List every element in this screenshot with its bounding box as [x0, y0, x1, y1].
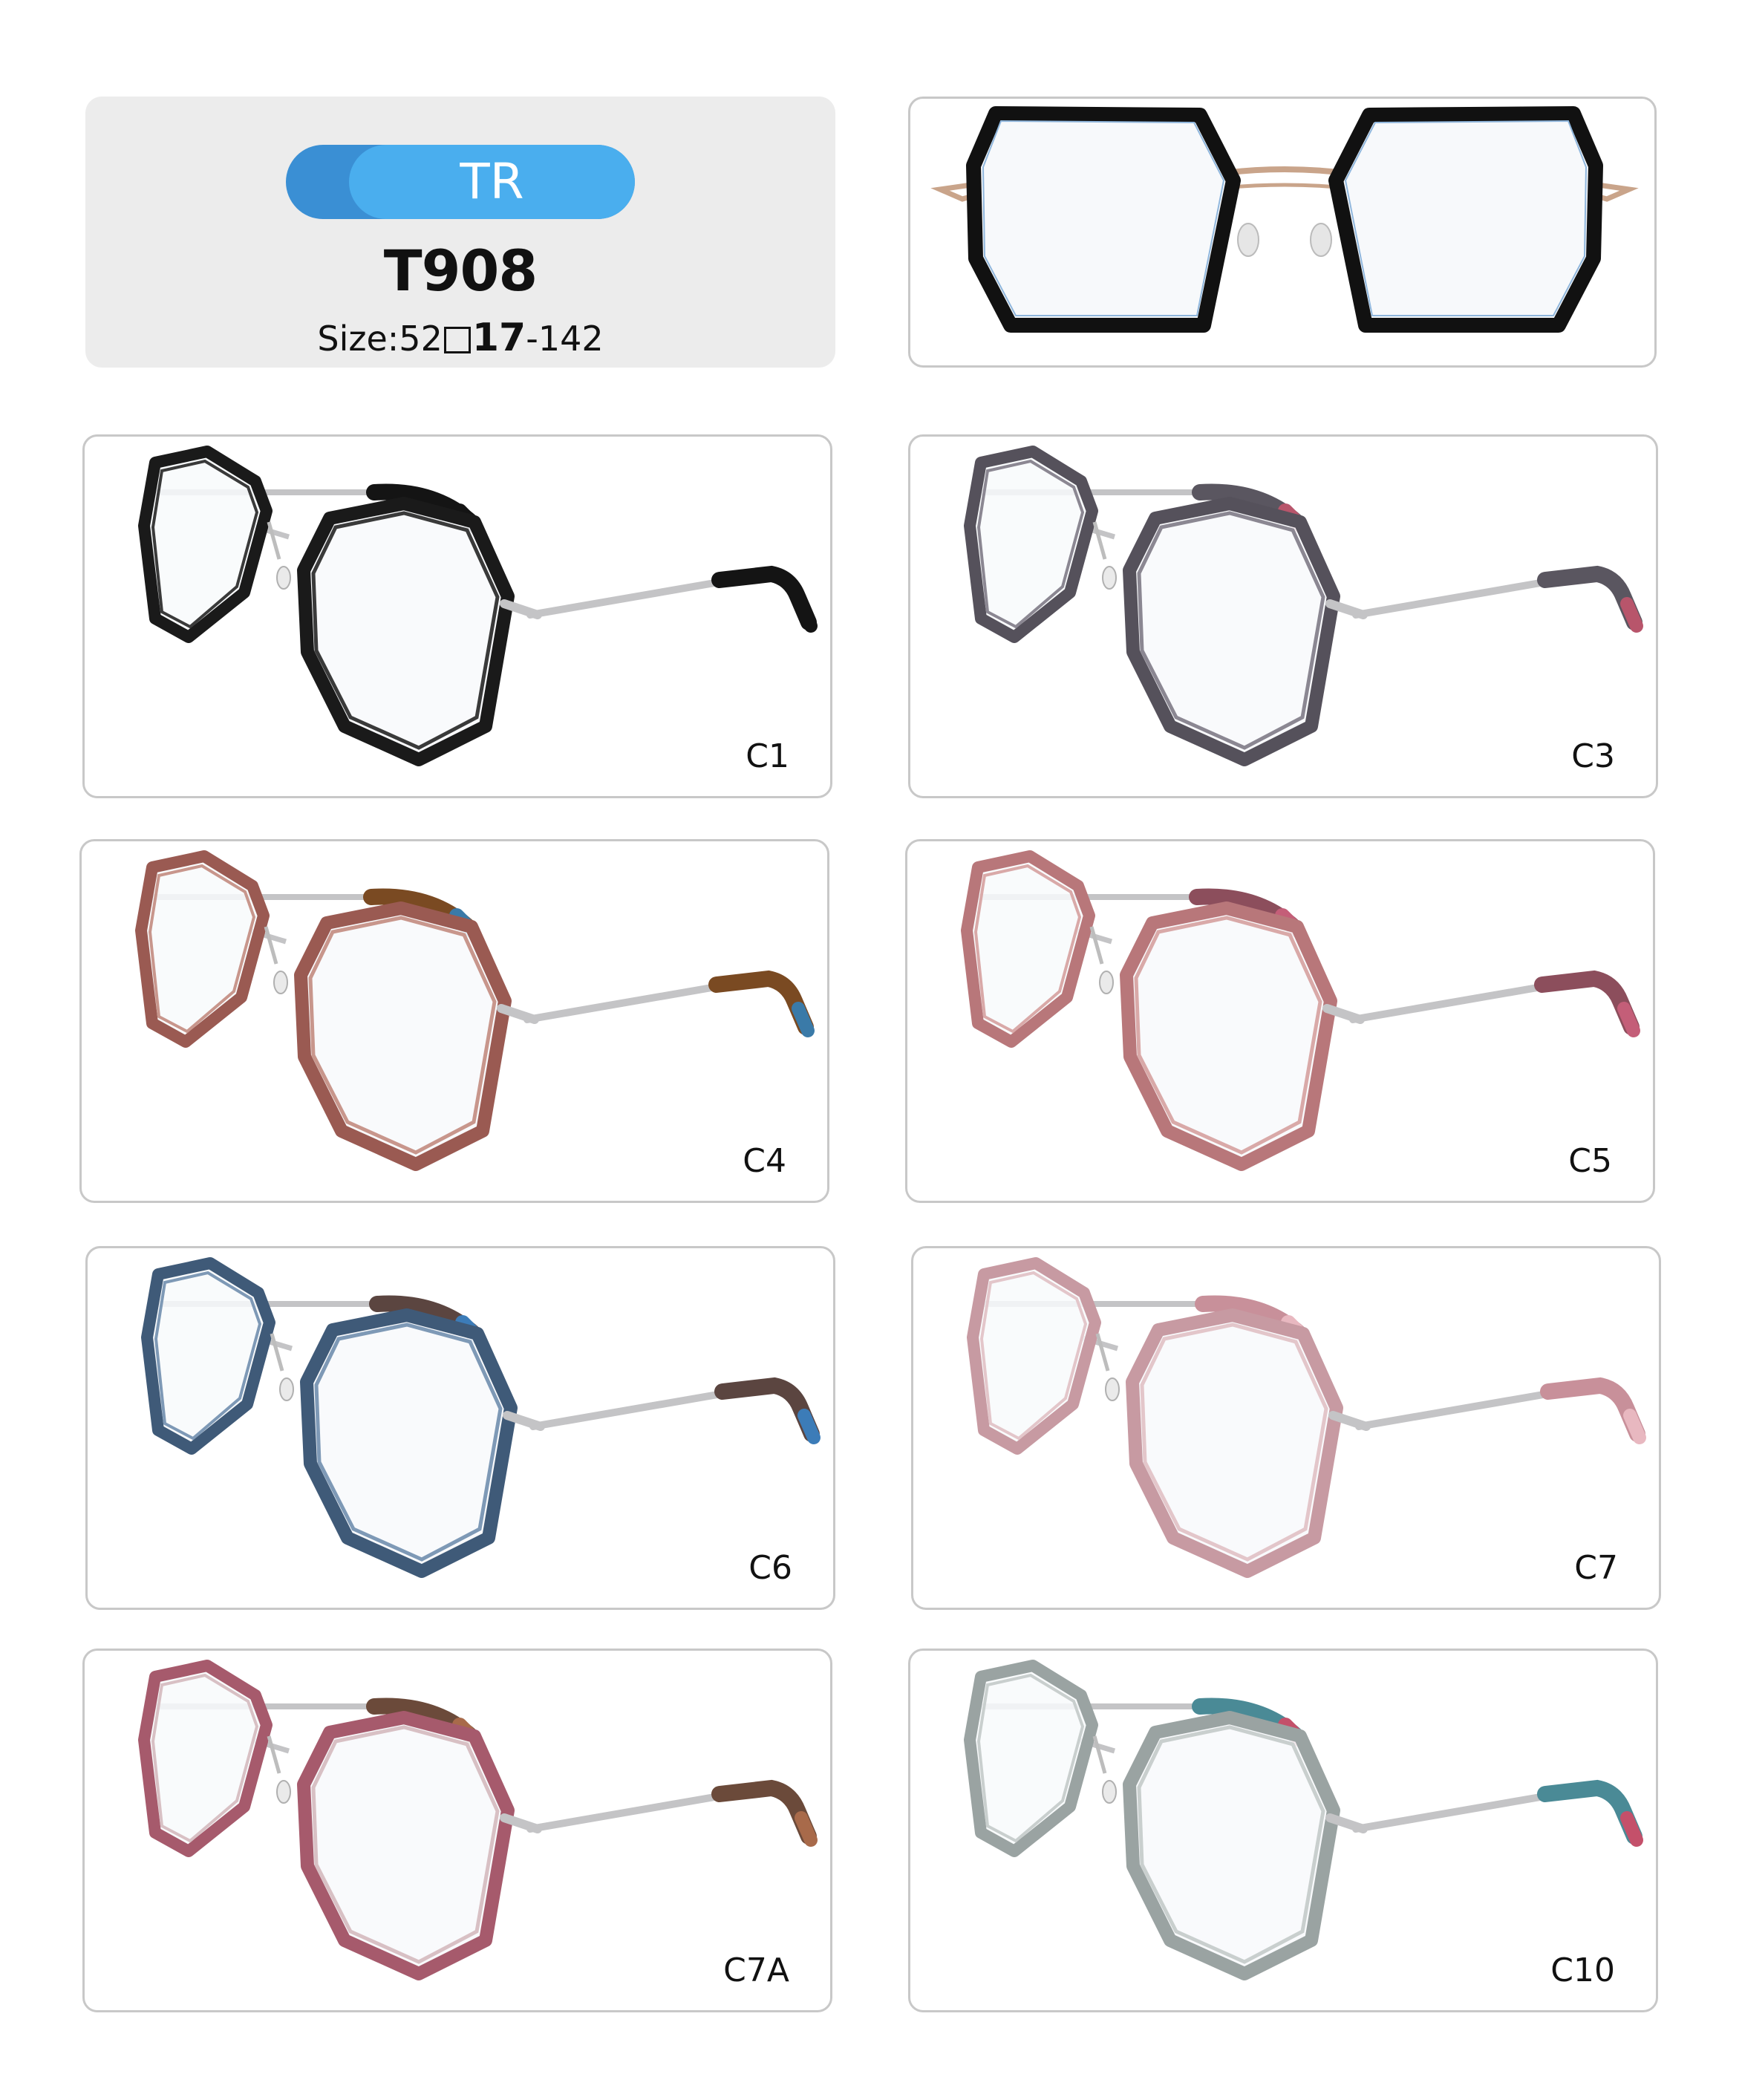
color-code-label: C5: [1568, 1142, 1612, 1180]
front-view-card: [908, 97, 1657, 368]
colorway-card-c3: C3: [908, 434, 1658, 798]
material-badge: TR: [286, 145, 635, 219]
color-code-label: C10: [1550, 1951, 1615, 1989]
glasses-side-view-image: [964, 1660, 1643, 1980]
color-code-label: C6: [748, 1549, 792, 1587]
glasses-side-view-image: [961, 850, 1640, 1171]
color-code-label: C7A: [723, 1951, 789, 1989]
glasses-side-view-image: [135, 850, 815, 1171]
color-code-label: C4: [743, 1142, 786, 1180]
colorway-card-c7: C7: [911, 1246, 1661, 1610]
product-info-card: TR T908 Size:52 17-142: [85, 97, 835, 368]
color-code-label: C1: [746, 737, 789, 775]
glasses-front-view-image: [930, 106, 1639, 333]
size-spec: Size:52 17-142: [85, 316, 835, 360]
size-temple: -142: [526, 319, 604, 359]
colorway-card-c7a: C7A: [82, 1649, 832, 2012]
size-lens-width: Size:52: [317, 319, 443, 359]
size-bridge: 17: [472, 316, 526, 360]
glasses-side-view-image: [141, 1257, 821, 1578]
color-code-label: C3: [1571, 737, 1615, 775]
colorway-card-c5: C5: [905, 839, 1655, 1203]
colorway-card-c4: C4: [79, 839, 829, 1203]
glasses-side-view-image: [138, 1660, 818, 1980]
color-code-label: C7: [1574, 1549, 1618, 1587]
material-label: TR: [460, 153, 524, 210]
glasses-side-view-image: [967, 1257, 1646, 1578]
box-symbol-icon: [443, 327, 471, 353]
glasses-side-view-image: [964, 446, 1643, 766]
colorway-card-c10: C10: [908, 1649, 1658, 2012]
colorway-card-c6: C6: [85, 1246, 835, 1610]
model-code: T908: [383, 238, 538, 304]
colorway-card-c1: C1: [82, 434, 832, 798]
glasses-side-view-image: [138, 446, 818, 766]
